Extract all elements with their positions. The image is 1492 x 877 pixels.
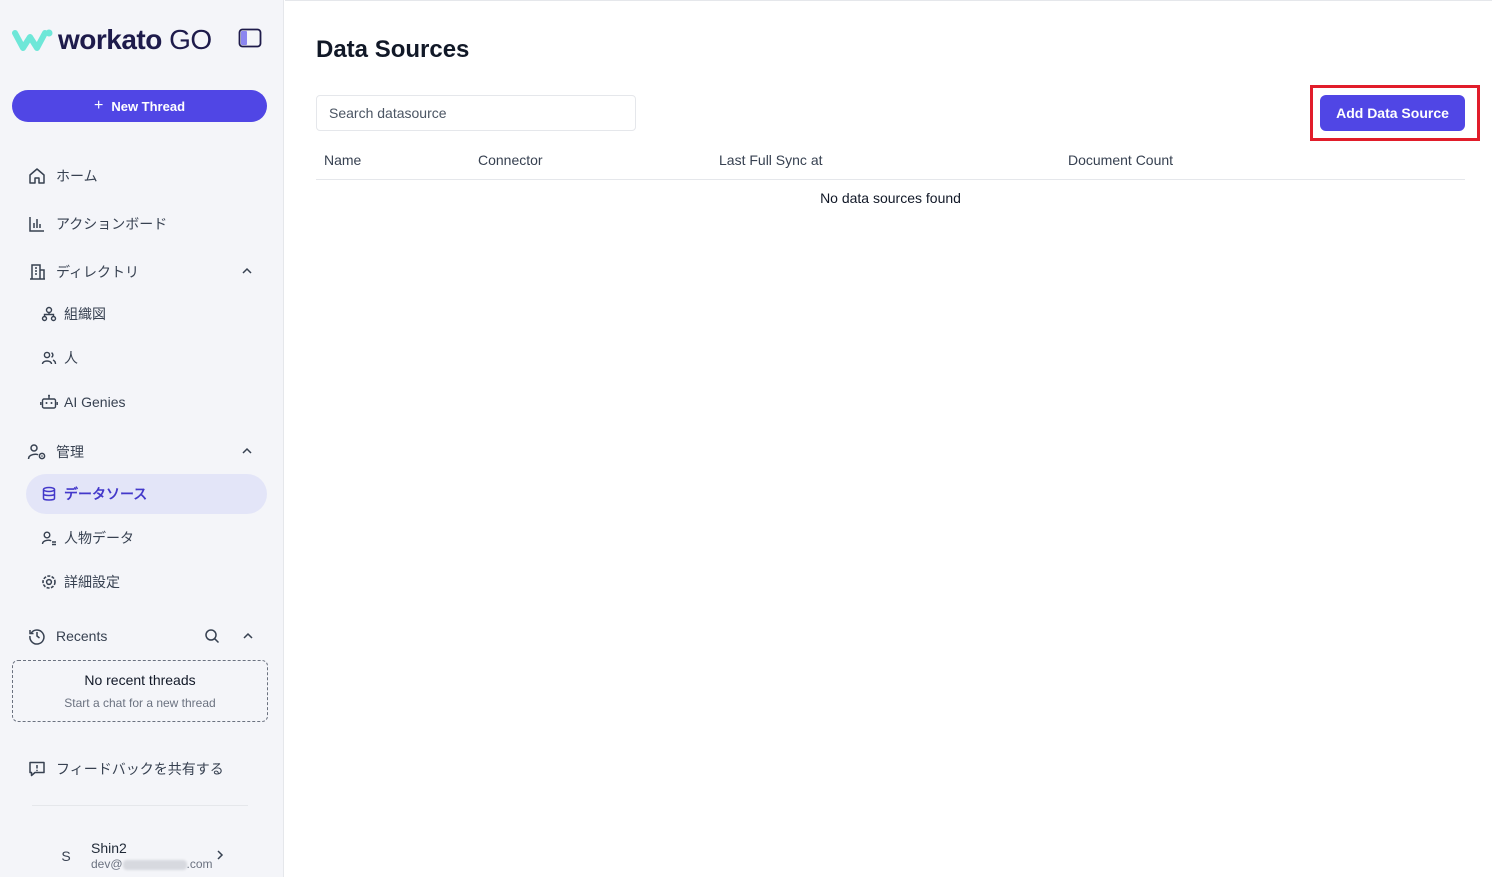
app-window: workato GO + New Thread ホーム アクションボード ディレ…	[0, 0, 1492, 877]
user-email-prefix: dev@	[91, 857, 123, 871]
sidebar-item-label: アクションボード	[56, 216, 168, 232]
sidebar-item-data-sources[interactable]: データソース	[26, 474, 267, 514]
sidebar-item-label: ホーム	[56, 168, 98, 184]
sidebar-item-label: フィードバックを共有する	[56, 761, 224, 777]
chevron-up-icon[interactable]	[240, 264, 254, 278]
column-header-last-full-sync[interactable]: Last Full Sync at	[719, 152, 823, 168]
robot-icon	[40, 393, 58, 411]
sidebar-item-feedback[interactable]: フィードバックを共有する	[26, 751, 266, 787]
new-thread-button[interactable]: + New Thread	[12, 90, 267, 122]
sidebar-item-action-board[interactable]: アクションボード	[26, 206, 266, 242]
recents-empty-subtitle: Start a chat for a new thread	[64, 696, 216, 710]
chevron-right-icon[interactable]	[214, 848, 226, 862]
sidebar-item-directory[interactable]: ディレクトリ	[26, 254, 266, 290]
user-email-suffix: .com	[186, 857, 213, 871]
sidebar-item-label: 人物データ	[64, 530, 134, 546]
sidebar-item-label: 人	[64, 350, 78, 366]
new-thread-label: New Thread	[111, 98, 186, 114]
feedback-icon	[26, 758, 48, 780]
sidebar-item-home[interactable]: ホーム	[26, 158, 266, 194]
user-profile[interactable]: S Shin2 dev@ .com	[52, 838, 232, 874]
page-title: Data Sources	[316, 36, 470, 63]
building-icon	[26, 261, 48, 283]
user-email: dev@ .com	[91, 856, 213, 872]
database-icon	[40, 485, 58, 503]
workato-go-logo[interactable]: workato GO	[12, 24, 212, 56]
sidebar-item-ai-genies[interactable]: AI Genies	[34, 384, 266, 420]
plus-icon: +	[93, 97, 104, 114]
recents-empty-state: No recent threads Start a chat for a new…	[12, 660, 268, 722]
sidebar-item-people[interactable]: 人	[34, 340, 266, 376]
search-input[interactable]	[316, 95, 636, 131]
workato-logo-icon	[12, 29, 53, 51]
avatar: S	[52, 842, 80, 870]
sidebar-divider	[32, 805, 248, 806]
user-name: Shin2	[91, 840, 127, 856]
main-content: Data Sources Add Data Source Name Connec…	[285, 0, 1492, 877]
history-icon	[26, 625, 48, 647]
recents-label: Recents	[56, 628, 108, 644]
sidebar-item-org-chart[interactable]: 組織図	[34, 296, 266, 332]
empty-table-message: No data sources found	[820, 190, 961, 206]
user-gear-icon	[26, 441, 48, 463]
column-header-connector[interactable]: Connector	[478, 152, 543, 168]
column-header-document-count[interactable]: Document Count	[1068, 152, 1173, 168]
sidebar-item-label: 詳細設定	[64, 574, 120, 590]
sidebar: workato GO + New Thread ホーム アクションボード ディレ…	[0, 0, 284, 877]
bar-chart-icon	[26, 213, 48, 235]
logo-wordmark: workato GO	[58, 24, 212, 55]
sidebar-toggle-icon[interactable]	[238, 28, 262, 48]
home-icon	[26, 165, 48, 187]
sidebar-item-label: AI Genies	[64, 394, 126, 410]
recents-empty-title: No recent threads	[84, 672, 196, 688]
sidebar-item-label: ディレクトリ	[56, 264, 140, 280]
sidebar-item-admin[interactable]: 管理	[26, 434, 266, 470]
chevron-up-icon[interactable]	[240, 444, 254, 458]
chevron-up-icon[interactable]	[241, 629, 255, 643]
org-chart-icon	[40, 305, 58, 323]
gear-icon	[40, 573, 58, 591]
sidebar-item-label: データソース	[64, 486, 148, 502]
sidebar-item-people-data[interactable]: 人物データ	[34, 520, 266, 556]
redacted-email-blur	[122, 859, 187, 870]
add-data-source-button[interactable]: Add Data Source	[1320, 95, 1465, 131]
search-icon[interactable]	[204, 628, 220, 644]
table-header: Name Connector Last Full Sync at Documen…	[316, 141, 1465, 180]
sidebar-item-advanced-settings[interactable]: 詳細設定	[34, 564, 266, 600]
sidebar-item-label: 管理	[56, 444, 84, 460]
user-data-icon	[40, 529, 58, 547]
column-header-name[interactable]: Name	[324, 152, 361, 168]
users-icon	[40, 349, 58, 367]
recents-header[interactable]: Recents	[26, 618, 196, 654]
sidebar-item-label: 組織図	[64, 306, 106, 322]
